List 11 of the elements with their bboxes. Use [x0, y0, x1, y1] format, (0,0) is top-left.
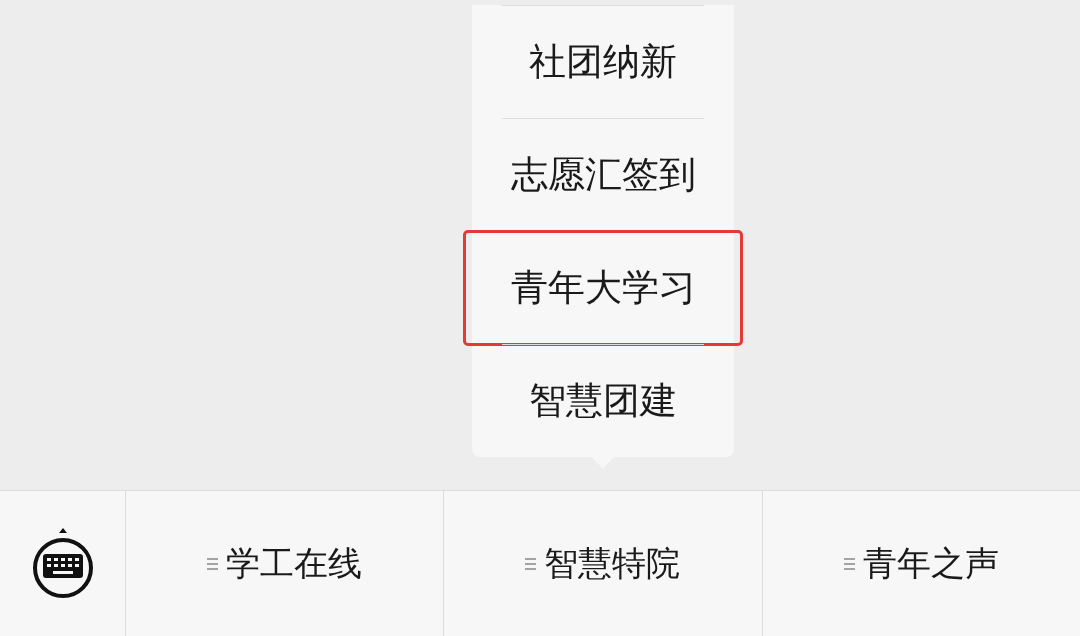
submenu-icon — [207, 556, 219, 571]
submenu-icon — [843, 556, 855, 571]
menu-item[interactable]: 智慧团建 — [472, 345, 734, 457]
menu-item[interactable]: 青年大学习 — [465, 232, 741, 344]
submenu-icon — [525, 556, 537, 571]
menu-tab[interactable]: 学工在线 — [126, 491, 445, 636]
keyboard-icon[interactable] — [31, 527, 94, 600]
menu-item[interactable]: 社团纳新 — [472, 6, 734, 118]
menu-item[interactable]: 志愿汇签到 — [472, 119, 734, 231]
menu-tab[interactable]: 智慧特院 — [444, 491, 763, 636]
menu-tab[interactable]: 青年之声 — [762, 491, 1080, 636]
